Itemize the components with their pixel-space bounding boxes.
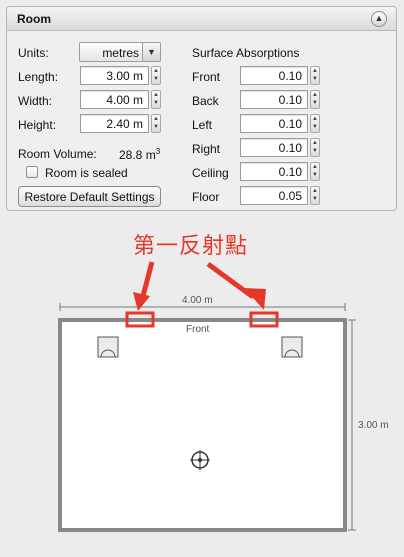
room-volume-value: 28.8 m3 bbox=[119, 147, 161, 162]
length-label: Length: bbox=[18, 70, 59, 84]
absorption-stepper-ceiling[interactable]: ▲ ▼ bbox=[310, 162, 320, 181]
absorption-field-floor[interactable]: 0.05 bbox=[240, 186, 308, 205]
absorption-stepper-right[interactable]: ▲ ▼ bbox=[310, 138, 320, 157]
reflection-point-highlight-left bbox=[125, 311, 155, 328]
restore-defaults-button[interactable]: Restore Default Settings bbox=[18, 186, 161, 207]
absorption-field-front[interactable]: 0.10 bbox=[240, 66, 308, 85]
left-speaker-icon[interactable] bbox=[97, 336, 119, 358]
height-stepper[interactable]: ▲ ▼ bbox=[151, 114, 161, 133]
absorption-label-ceiling: Ceiling bbox=[192, 166, 229, 180]
room-panel: Room ▲ bbox=[6, 6, 397, 211]
absorption-field-back[interactable]: 0.10 bbox=[240, 90, 308, 109]
height-field[interactable]: 2.40 m bbox=[80, 114, 149, 133]
chevron-down-icon[interactable]: ▼ bbox=[142, 43, 160, 61]
absorption-field-right[interactable]: 0.10 bbox=[240, 138, 308, 157]
absorption-stepper-back[interactable]: ▲ ▼ bbox=[310, 90, 320, 109]
surface-absorptions-heading: Surface Absorptions bbox=[192, 46, 300, 60]
listener-position-icon[interactable] bbox=[190, 450, 210, 470]
absorption-label-back: Back bbox=[192, 94, 219, 108]
room-sealed-checkbox[interactable] bbox=[26, 166, 38, 178]
front-wall-label: Front bbox=[186, 324, 210, 335]
right-speaker-icon[interactable] bbox=[281, 336, 303, 358]
reflection-point-highlight-right bbox=[249, 311, 279, 328]
length-stepper[interactable]: ▲ ▼ bbox=[151, 66, 161, 85]
double-chevron-up-icon[interactable]: ▲ bbox=[371, 11, 387, 27]
absorption-field-ceiling[interactable]: 0.10 bbox=[240, 162, 308, 181]
absorption-label-floor: Floor bbox=[192, 190, 220, 204]
absorption-stepper-left[interactable]: ▲ ▼ bbox=[310, 114, 320, 133]
length-field[interactable]: 3.00 m bbox=[80, 66, 149, 85]
units-label: Units: bbox=[18, 46, 49, 60]
depth-dimension-label: 3.00 m bbox=[358, 420, 389, 431]
units-select[interactable]: metres ▼ bbox=[79, 42, 161, 62]
absorption-label-left: Left bbox=[192, 118, 213, 132]
panel-title: Room bbox=[17, 12, 51, 26]
room-outline bbox=[58, 318, 347, 532]
width-stepper[interactable]: ▲ ▼ bbox=[151, 90, 161, 109]
width-field[interactable]: 4.00 m bbox=[80, 90, 149, 109]
red-arrow-right-icon bbox=[206, 261, 266, 310]
width-dimension-label: 4.00 m bbox=[182, 295, 213, 306]
height-label: Height: bbox=[18, 118, 57, 132]
absorption-label-right: Right bbox=[192, 142, 221, 156]
absorption-label-front: Front bbox=[192, 70, 221, 84]
absorption-stepper-floor[interactable]: ▲ ▼ bbox=[310, 186, 320, 205]
absorption-stepper-front[interactable]: ▲ ▼ bbox=[310, 66, 320, 85]
red-arrow-left-icon bbox=[133, 261, 155, 311]
room-sealed-label: Room is sealed bbox=[45, 166, 128, 180]
units-value: metres bbox=[102, 46, 139, 60]
width-label: Width: bbox=[18, 94, 53, 108]
panel-header[interactable]: Room ▲ bbox=[7, 7, 396, 31]
room-volume-label: Room Volume: bbox=[18, 147, 97, 161]
annotation-text: 第一反射點 bbox=[133, 234, 249, 259]
absorption-field-left[interactable]: 0.10 bbox=[240, 114, 308, 133]
